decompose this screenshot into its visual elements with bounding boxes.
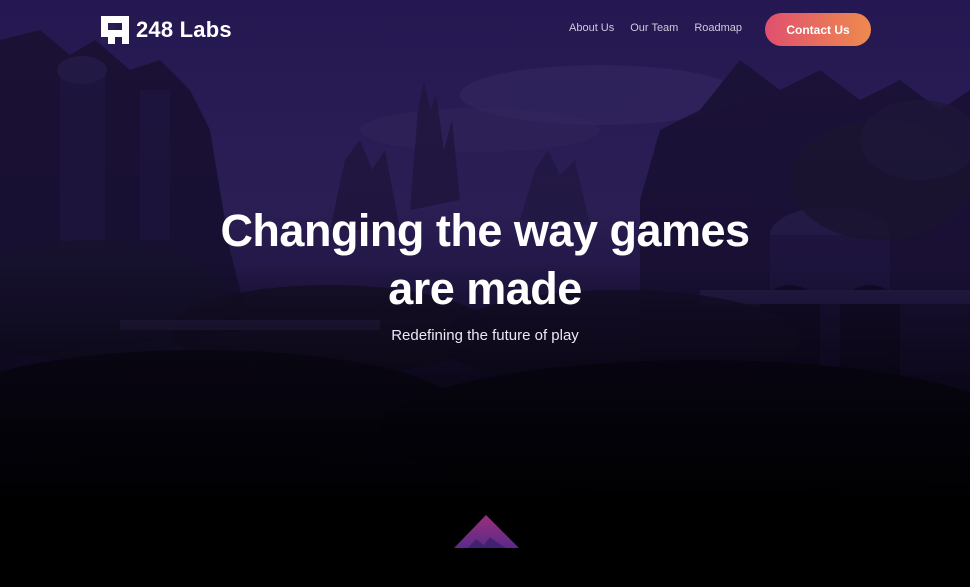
- hero-headline: Changing the way games are made: [0, 202, 970, 318]
- brand-logo[interactable]: 248 Labs: [101, 16, 232, 44]
- headline-line-1: Changing the way games: [220, 205, 750, 256]
- brand-name: 248 Labs: [136, 17, 232, 42]
- contact-us-button[interactable]: Contact Us: [765, 13, 871, 46]
- nav-link-our-team[interactable]: Our Team: [630, 22, 678, 34]
- pixel-staircase-logo-icon: [101, 16, 129, 44]
- hero-subheadline: Redefining the future of play: [391, 327, 579, 344]
- top-navigation: 248 Labs About Us Our Team Roadmap Conta…: [0, 0, 970, 60]
- nav-link-roadmap[interactable]: Roadmap: [694, 22, 742, 34]
- mountain-peak-icon: [454, 515, 519, 548]
- nav-link-about-us[interactable]: About Us: [569, 22, 614, 34]
- headline-line-2: are made: [388, 263, 582, 314]
- nav-links: About Us Our Team Roadmap: [569, 22, 758, 34]
